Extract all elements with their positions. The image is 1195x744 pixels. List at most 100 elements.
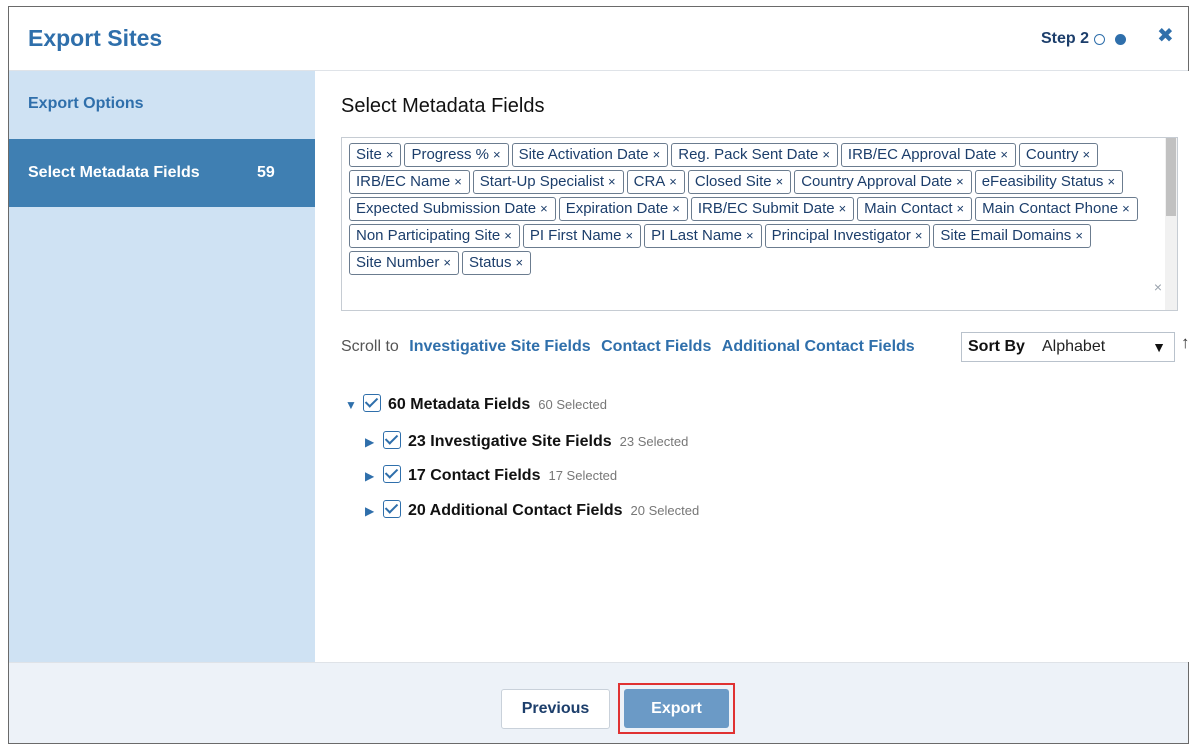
field-tag-label: CRA [633,173,666,190]
field-tag[interactable]: Site Email Domains × [933,224,1091,248]
close-icon[interactable]: ✖ [1157,25,1174,47]
previous-button[interactable]: Previous [501,689,610,729]
remove-tag-icon[interactable]: × [386,147,394,162]
remove-tag-icon[interactable]: × [608,174,616,189]
field-tag[interactable]: Site × [349,143,402,167]
remove-tag-icon[interactable]: × [653,147,661,162]
field-tag-label: Reg. Pack Sent Date [678,146,819,163]
field-tag[interactable]: IRB/EC Name × [349,170,470,194]
tag-list: Site × Progress % × Site Activation Date × Reg… [349,143,1159,278]
selected-fields-tagbox[interactable]: Site × Progress % × Site Activation Date × Reg… [341,137,1178,311]
remove-tag-icon[interactable]: × [957,201,965,216]
sidebar-item-export-options[interactable]: Export Options [9,71,315,139]
scrollbar-thumb[interactable] [1166,138,1176,216]
remove-tag-icon[interactable]: × [504,228,512,243]
sidebar-item-count: 59 [257,164,275,181]
field-tag[interactable]: CRA × [626,170,685,194]
step-indicator-label: Step 2 [1041,30,1090,47]
tree-row-name: 23 Investigative Site Fields [408,433,612,450]
field-tag[interactable]: IRB/EC Submit Date × [690,197,855,221]
remove-tag-icon[interactable]: × [1107,174,1115,189]
remove-tag-icon[interactable]: × [1122,201,1130,216]
dialog-footer: Previous Export [9,662,1188,743]
remove-tag-icon[interactable]: × [776,174,784,189]
sidebar-item-label: Select Metadata Fields [28,164,200,181]
checkbox-additional-contact-fields[interactable] [383,500,401,518]
sort-by-select[interactable]: Sort By Alphabet ▼ [961,332,1175,362]
field-tag-label: Main Contact Phone [982,200,1119,217]
expand-caret-icon[interactable]: ▶ [365,435,383,449]
field-tag[interactable]: Main Contact × [857,197,973,221]
field-tag[interactable]: PI Last Name × [644,224,762,248]
field-tag-label: Principal Investigator [771,227,911,244]
tree-row-investigative-site-fields[interactable]: ▶ 23 Investigative Site Fields 23 Selected [365,431,688,451]
remove-tag-icon[interactable]: × [540,201,548,216]
remove-tag-icon[interactable]: × [822,147,830,162]
tagbox-scrollbar[interactable] [1165,138,1177,310]
remove-tag-icon[interactable]: × [672,201,680,216]
field-tag-label: IRB/EC Approval Date [847,146,997,163]
field-tag[interactable]: Closed Site × [687,170,792,194]
tree-row-additional-contact-fields[interactable]: ▶ 20 Additional Contact Fields 20 Selected [365,500,699,520]
remove-tag-icon[interactable]: × [956,174,964,189]
field-tag[interactable]: Site Number × [349,251,459,275]
field-tag[interactable]: Start-Up Specialist × [472,170,624,194]
field-tag[interactable]: Expected Submission Date × [349,197,556,221]
scroll-to-investigative-site-fields-link[interactable]: Investigative Site Fields [409,338,590,355]
remove-tag-icon[interactable]: × [454,174,462,189]
sidebar-item-label: Export Options [28,95,144,112]
tree-row-selected-count: 17 Selected [548,468,618,483]
page-title: Select Metadata Fields [341,95,545,117]
remove-tag-icon[interactable]: × [1000,147,1008,162]
field-tag[interactable]: PI First Name × [522,224,642,248]
remove-tag-icon[interactable]: × [493,147,501,162]
remove-tag-icon[interactable]: × [626,228,634,243]
expand-caret-icon[interactable]: ▶ [365,504,383,518]
scroll-to-bar: Scroll to Investigative Site Fields Cont… [341,338,915,356]
field-tag[interactable]: Site Activation Date × [511,143,669,167]
field-tag-label: Site Activation Date [518,146,649,163]
remove-tag-icon[interactable]: × [669,174,677,189]
scroll-to-contact-fields-link[interactable]: Contact Fields [601,338,711,355]
clear-all-icon[interactable]: × [1154,279,1162,295]
checkbox-metadata-fields[interactable] [363,394,381,412]
field-tag[interactable]: Principal Investigator × [764,224,931,248]
field-tag[interactable]: Status × [461,251,532,275]
field-tag[interactable]: Progress % × [404,143,509,167]
scroll-to-additional-contact-fields-link[interactable]: Additional Contact Fields [722,338,915,355]
sidebar: Export Options Select Metadata Fields 59 [9,71,315,662]
field-tag[interactable]: eFeasibility Status × [974,170,1124,194]
expand-caret-icon[interactable]: ▶ [365,469,383,483]
export-button[interactable]: Export [624,689,729,728]
export-button-highlight: Export [618,683,735,734]
remove-tag-icon[interactable]: × [746,228,754,243]
field-tag[interactable]: Main Contact Phone × [975,197,1138,221]
field-tag[interactable]: Non Participating Site × [349,224,520,248]
field-tag[interactable]: Country Approval Date × [794,170,972,194]
field-tag[interactable]: IRB/EC Approval Date × [840,143,1016,167]
scroll-to-label: Scroll to [341,338,399,355]
field-tag[interactable]: Expiration Date × [558,197,688,221]
field-tag[interactable]: Reg. Pack Sent Date × [671,143,838,167]
remove-tag-icon[interactable]: × [839,201,847,216]
checkbox-investigative-site-fields[interactable] [383,431,401,449]
field-tag-label: PI Last Name [651,227,742,244]
checkbox-contact-fields[interactable] [383,465,401,483]
remove-tag-icon[interactable]: × [1082,147,1090,162]
field-tag-label: Country Approval Date [801,173,953,190]
sort-direction-icon[interactable]: ↑ [1181,333,1190,353]
dialog-title: Export Sites [28,25,163,51]
sort-by-label: Sort By [968,338,1025,355]
remove-tag-icon[interactable]: × [915,228,923,243]
tree-row-root[interactable]: ▼ 60 Metadata Fields 60 Selected [345,394,607,414]
remove-tag-icon[interactable]: × [1075,228,1083,243]
chevron-down-icon: ▼ [1152,339,1166,355]
tree-row-selected-count: 20 Selected [630,503,700,518]
collapse-caret-icon[interactable]: ▼ [345,398,363,412]
field-tag[interactable]: Country × [1018,143,1099,167]
remove-tag-icon[interactable]: × [443,255,451,270]
remove-tag-icon[interactable]: × [516,255,524,270]
tree-row-contact-fields[interactable]: ▶ 17 Contact Fields 17 Selected [365,465,617,485]
field-tag-label: Country [1025,146,1079,163]
sidebar-item-select-metadata-fields[interactable]: Select Metadata Fields 59 [9,139,315,207]
